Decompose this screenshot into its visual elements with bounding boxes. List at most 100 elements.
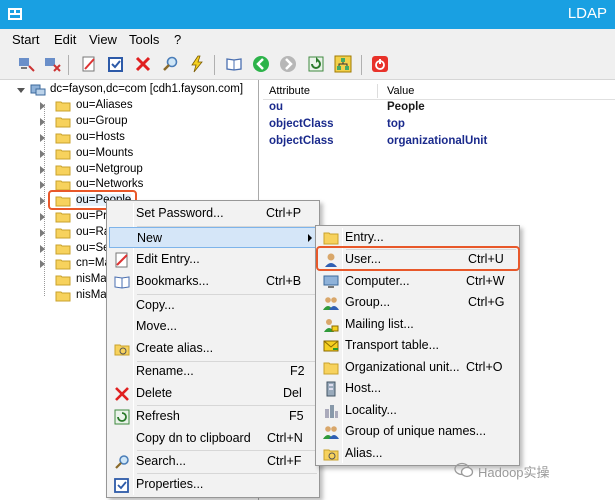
tree-item-netgroup[interactable]: ou=Netgroup: [40, 163, 240, 178]
folder-icon: [55, 244, 71, 255]
tree-item-hosts[interactable]: ou=Hosts: [40, 131, 240, 146]
menu-item-move[interactable]: Move...: [109, 316, 317, 337]
expand-icon[interactable]: [40, 102, 45, 110]
group-icon: [323, 297, 339, 310]
menu-tools[interactable]: Tools: [129, 32, 159, 47]
title-bar: LDAP: [0, 0, 615, 29]
expand-icon[interactable]: [40, 260, 45, 268]
bookmarks-icon[interactable]: [225, 55, 243, 73]
tree-item[interactable]: nisMap: [40, 273, 113, 288]
menu-item-copy[interactable]: Copy...: [109, 295, 317, 316]
transport-table-icon: [323, 340, 339, 352]
menu-help[interactable]: ?: [174, 32, 181, 47]
exit-icon[interactable]: [371, 55, 389, 73]
folder-icon: [55, 259, 71, 270]
menu-item-delete[interactable]: Delete Del: [109, 383, 317, 404]
expand-icon[interactable]: [40, 245, 45, 253]
tree-item-mounts[interactable]: ou=Mounts: [40, 147, 240, 162]
menu-item-refresh[interactable]: Refresh F5: [109, 406, 317, 427]
tree-root[interactable]: dc=fayson,dc=com [cdh1.fayson.com]: [17, 83, 258, 98]
submenu-item-group-unique-names[interactable]: Group of unique names...: [318, 421, 517, 442]
tree-item[interactable]: cn=Ma: [40, 257, 111, 272]
attribute-value: organizationalUnit: [387, 135, 488, 147]
submenu-item-group[interactable]: Group... Ctrl+G: [318, 292, 517, 313]
menu-item-properties[interactable]: Properties...: [109, 474, 317, 495]
tree-item-label: ou=Hosts: [76, 131, 125, 143]
menu-item-shortcut: F2: [290, 364, 305, 378]
menu-view[interactable]: View: [89, 32, 117, 47]
tree-item[interactable]: nisMap: [40, 289, 113, 304]
expand-icon[interactable]: [40, 166, 45, 174]
submenu-item-locality[interactable]: Locality...: [318, 400, 517, 421]
expand-icon[interactable]: [40, 229, 45, 237]
refresh-icon[interactable]: [307, 55, 325, 73]
menu-item-bookmarks[interactable]: Bookmarks... Ctrl+B: [109, 271, 317, 292]
menu-item-search[interactable]: Search... Ctrl+F: [109, 451, 317, 472]
folder-icon: [55, 212, 71, 223]
app-icon: [8, 8, 22, 20]
menu-item-set-password[interactable]: Set Password... Ctrl+P: [109, 203, 317, 224]
edit-icon: [115, 252, 128, 268]
search-icon[interactable]: [161, 55, 179, 73]
collapse-icon[interactable]: [17, 88, 25, 93]
menu-item-label: Mailing list...: [345, 317, 414, 331]
expand-icon[interactable]: [40, 134, 45, 142]
wechat-icon: [454, 462, 474, 478]
menu-item-shortcut: Del: [283, 386, 302, 400]
header-value[interactable]: Value: [387, 85, 414, 97]
menu-item-shortcut: Ctrl+P: [266, 206, 302, 220]
back-icon[interactable]: [252, 55, 270, 73]
tree-item-label: ou=Mounts: [76, 147, 134, 159]
header-divider[interactable]: [377, 84, 378, 98]
tree-item[interactable]: ou=Pr: [40, 210, 110, 225]
connect-icon[interactable]: [17, 55, 35, 73]
table-row[interactable]: objectClass organizationalUnit: [263, 135, 615, 151]
tree-item-group[interactable]: ou=Group: [40, 115, 240, 130]
menu-item-rename[interactable]: Rename... F2: [109, 361, 317, 382]
properties-icon[interactable]: [107, 55, 125, 73]
menu-item-copy-dn[interactable]: Copy dn to clipboard Ctrl+N: [109, 428, 317, 449]
alias-icon: [323, 449, 339, 461]
submenu-item-computer[interactable]: Computer... Ctrl+W: [318, 271, 517, 292]
tree-item[interactable]: ou=Se: [40, 242, 110, 257]
expand-icon[interactable]: [40, 181, 45, 189]
expand-icon[interactable]: [40, 197, 45, 205]
lightning-icon[interactable]: [188, 55, 206, 73]
menu-item-label: Locality...: [345, 403, 397, 417]
menu-item-edit-entry[interactable]: Edit Entry...: [109, 249, 317, 270]
menu-start[interactable]: Start: [12, 32, 39, 47]
disconnect-icon[interactable]: [43, 55, 61, 73]
expand-icon[interactable]: [40, 213, 45, 221]
submenu-item-entry[interactable]: Entry...: [318, 227, 517, 248]
tree-item-label: ou=Netgroup: [76, 163, 143, 175]
tree-view-icon[interactable]: [334, 55, 352, 73]
tree-root-label: dc=fayson,dc=com [cdh1.fayson.com]: [50, 83, 244, 95]
submenu-arrow-icon: [308, 234, 312, 242]
menu-item-create-alias[interactable]: Create alias...: [109, 338, 317, 359]
table-row[interactable]: objectClass top: [263, 118, 615, 134]
forward-icon[interactable]: [279, 55, 297, 73]
submenu-item-organizational-unit[interactable]: Organizational unit... Ctrl+O: [318, 357, 517, 378]
submenu-item-mailing-list[interactable]: Mailing list...: [318, 314, 517, 335]
toolbar: [0, 49, 615, 80]
header-attribute[interactable]: Attribute: [269, 85, 310, 97]
tree-item[interactable]: ou=Ra: [40, 226, 110, 241]
edit-icon[interactable]: [80, 55, 98, 73]
expand-icon[interactable]: [40, 118, 45, 126]
menu-item-new[interactable]: New: [109, 227, 317, 248]
delete-icon[interactable]: [134, 55, 152, 73]
submenu-item-transport-table[interactable]: Transport table...: [318, 335, 517, 356]
menu-item-label: Organizational unit...: [345, 360, 460, 374]
folder-icon: [55, 117, 71, 128]
menu-item-label: Refresh: [136, 409, 180, 423]
expand-icon[interactable]: [40, 150, 45, 158]
context-menu: Set Password... Ctrl+P New Edit Entry...…: [106, 200, 320, 498]
table-row[interactable]: ou People: [263, 101, 615, 117]
submenu-item-host[interactable]: Host...: [318, 378, 517, 399]
folder-icon: [55, 291, 71, 302]
tree-item-aliases[interactable]: ou=Aliases: [40, 99, 240, 114]
list-header: Attribute Value: [263, 82, 615, 100]
folder-icon: [55, 101, 71, 112]
submenu-item-alias[interactable]: Alias...: [318, 443, 517, 464]
menu-edit[interactable]: Edit: [54, 32, 76, 47]
